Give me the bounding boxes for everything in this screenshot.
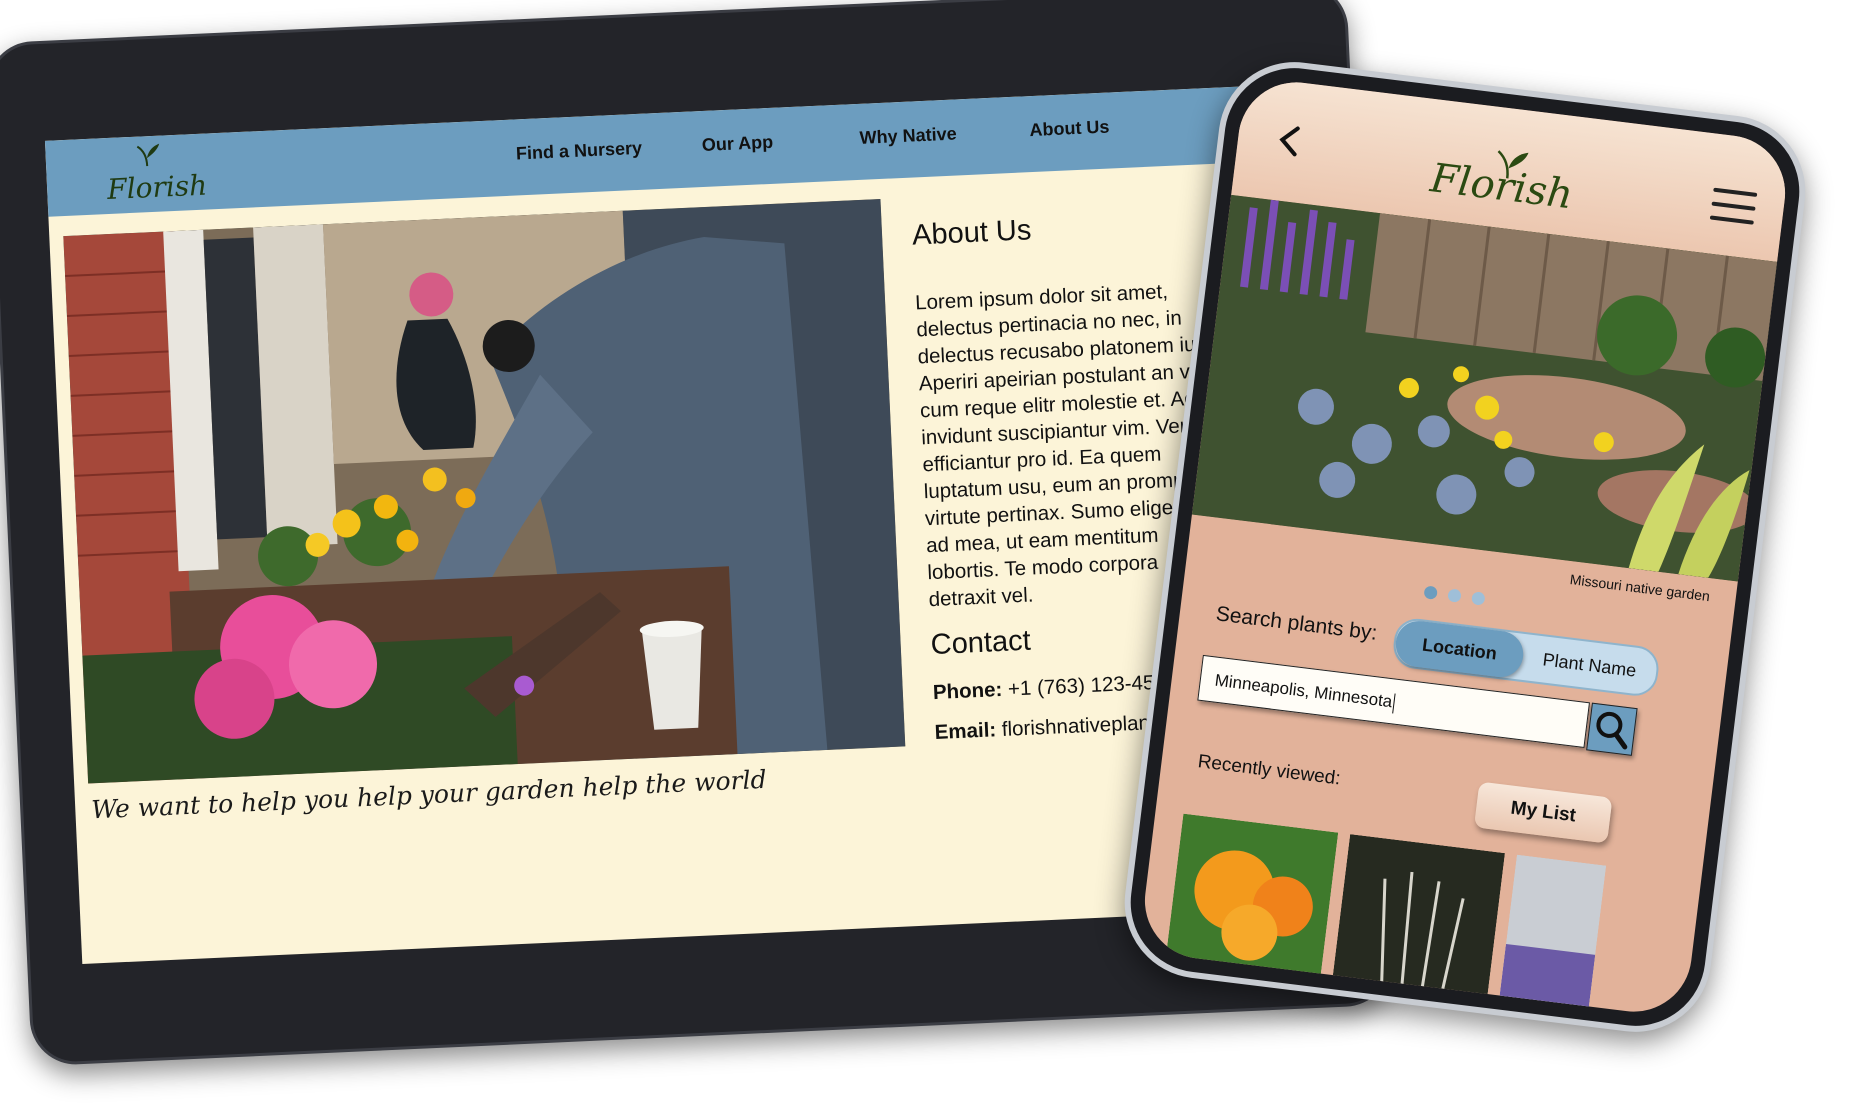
nav-about-us[interactable]: About Us <box>1029 117 1110 142</box>
email-label: Email: <box>934 718 997 745</box>
contact-email: Email: florishnativeplant <box>934 711 1156 745</box>
phone-device: Florish Missouri native garden Search pl… <box>1116 53 1814 1041</box>
carousel-dot[interactable] <box>1471 591 1486 606</box>
garden-photo <box>1191 194 1778 582</box>
recent-plant-thumbnail[interactable] <box>1498 854 1607 1015</box>
hero-gardening-photo <box>63 198 906 784</box>
nav-why-native[interactable]: Why Native <box>859 123 957 148</box>
phone-value[interactable]: +1 (763) 123-456 <box>1007 671 1166 701</box>
toggle-location[interactable]: Location <box>1393 618 1526 680</box>
about-us-heading: About Us <box>911 214 1033 252</box>
carousel-dot[interactable] <box>1447 588 1462 603</box>
garden-photo-art <box>1191 194 1778 582</box>
search-button[interactable] <box>1586 702 1638 756</box>
carousel-dot[interactable] <box>1423 585 1438 600</box>
contact-phone: Phone: +1 (763) 123-456 <box>932 671 1166 706</box>
nav-our-app[interactable]: Our App <box>701 132 773 156</box>
magnifier-icon <box>1596 711 1628 750</box>
garden-photo-caption: Missouri native garden <box>1569 571 1711 605</box>
contact-heading: Contact <box>930 624 1032 662</box>
logo-text: Florish <box>106 168 208 207</box>
phone-label: Phone: <box>932 677 1003 705</box>
tablet-screen: Florish Find a Nursery Our App Why Nativ… <box>44 84 1322 964</box>
thumbnail-art <box>1331 834 1505 1003</box>
thumbnail-art <box>1498 854 1607 1015</box>
search-input-value: Minneapolis, Minnesota <box>1213 670 1394 712</box>
toggle-plant-name[interactable]: Plant Name <box>1520 634 1659 696</box>
tablet-logo[interactable]: Florish <box>105 143 208 206</box>
chevron-left-icon[interactable] <box>1272 122 1306 159</box>
recently-viewed-label: Recently viewed: <box>1196 751 1342 790</box>
search-by-label: Search plants by: <box>1214 602 1379 645</box>
phone-screen: Florish Missouri native garden Search pl… <box>1138 75 1792 1019</box>
my-list-button[interactable]: My List <box>1473 781 1613 844</box>
recent-plant-thumbnail[interactable] <box>1331 834 1505 1003</box>
email-value[interactable]: florishnativeplant <box>1001 711 1156 741</box>
recent-plant-thumbnail[interactable] <box>1165 813 1339 982</box>
hero-photo-art <box>63 198 906 784</box>
nav-find-a-nursery[interactable]: Find a Nursery <box>516 138 643 165</box>
thumbnail-art <box>1165 813 1339 982</box>
hamburger-menu-icon[interactable] <box>1709 187 1758 227</box>
logo-text: Florish <box>1427 155 1576 219</box>
carousel-dots <box>1423 585 1504 609</box>
